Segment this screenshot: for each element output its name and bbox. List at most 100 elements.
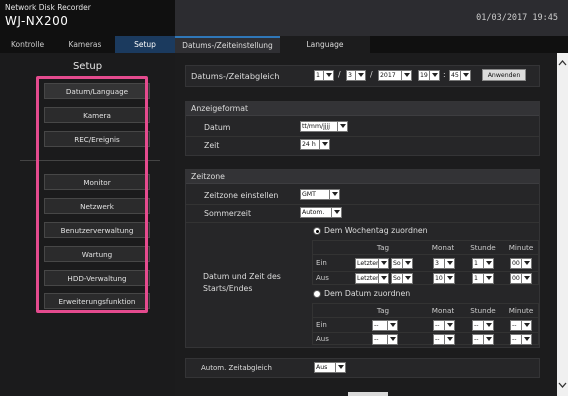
partial-bottom-button[interactable] [348, 392, 388, 396]
aus-day-select[interactable]: So [391, 273, 413, 284]
dropdown-arrow-icon [429, 71, 439, 80]
row-divider [186, 222, 539, 223]
ein-week-value: Letzter [357, 260, 379, 267]
day-select[interactable]: 3 [346, 70, 366, 81]
date-ein-minute-value: -- [512, 322, 517, 329]
dropdown-arrow-icon [483, 259, 493, 268]
hour-select[interactable]: 19 [418, 70, 440, 81]
zeit-format-select[interactable]: 24 h [300, 139, 330, 150]
auto-sync-label: Autom. Zeitabgleich [201, 364, 272, 372]
date-aus-tag-select[interactable]: -- [372, 334, 398, 345]
model-name: WJ-NX200 [5, 14, 69, 28]
ein-day-value: So [393, 260, 401, 267]
date-ein-minute-select[interactable]: -- [510, 320, 532, 331]
dropdown-arrow-icon [319, 140, 329, 149]
aus-week-select[interactable]: Letzter [355, 273, 389, 284]
date-separator: / [370, 70, 373, 79]
col-tag: Tag [376, 306, 390, 315]
weekday-row-aus-label: Aus [316, 274, 329, 282]
row-divider [313, 271, 539, 272]
date-row-ein-label: Ein [316, 321, 327, 329]
aus-minute-value: 00 [512, 275, 520, 282]
subtab-datum-zeit[interactable]: Datums-/Zeiteinstellung [175, 36, 280, 53]
date-aus-minute-select[interactable]: -- [510, 334, 532, 345]
mode-date-radio[interactable] [313, 290, 321, 298]
date-ein-tag-value: -- [374, 322, 379, 329]
sommerzeit-select[interactable]: Autom. [300, 207, 342, 218]
start-end-label-line2: Starts/Endes [203, 284, 253, 293]
anzeigeformat-header: Anzeigeformat [186, 102, 539, 116]
dropdown-arrow-icon [444, 321, 454, 330]
dropdown-arrow-icon [387, 321, 397, 330]
dropdown-arrow-icon [323, 71, 333, 80]
year-value: 2017 [380, 72, 396, 79]
ein-minute-select[interactable]: 00 [510, 258, 532, 269]
date-ein-hour-select[interactable]: -- [472, 320, 494, 331]
date-aus-month-value: -- [435, 336, 440, 343]
aus-hour-select[interactable]: 1 [472, 273, 494, 284]
aus-minute-select[interactable]: 00 [510, 273, 532, 284]
row-divider [186, 136, 539, 137]
dropdown-arrow-icon [483, 274, 493, 283]
datum-format-select[interactable]: tt/mm/jjjj [300, 121, 348, 132]
date-ein-month-select[interactable]: -- [433, 320, 455, 331]
weekday-row-ein-label: Ein [316, 259, 327, 267]
date-aus-hour-value: -- [474, 336, 479, 343]
year-select[interactable]: 2017 [378, 70, 412, 81]
zeitzone-select[interactable]: GMT [300, 189, 340, 200]
month-select[interactable]: 1 [314, 70, 334, 81]
hour-value: 19 [420, 72, 428, 79]
tab-kameras[interactable]: Kameras [55, 36, 115, 53]
date-aus-month-select[interactable]: -- [433, 334, 455, 345]
ein-month-select[interactable]: 3 [433, 258, 455, 269]
zeitzone-value: GMT [302, 191, 316, 198]
mode-weekday-radio[interactable] [313, 227, 321, 235]
ein-month-value: 3 [435, 260, 439, 267]
dropdown-arrow-icon [521, 335, 531, 344]
auto-sync-select[interactable]: Aus [314, 362, 346, 373]
minute-select[interactable]: 45 [449, 70, 471, 81]
date-ein-tag-select[interactable]: -- [372, 320, 398, 331]
datum-format-label: Datum [204, 123, 231, 132]
date-aus-hour-select[interactable]: -- [472, 334, 494, 345]
day-value: 3 [348, 72, 352, 79]
tab-kontrolle[interactable]: Kontrolle [0, 36, 55, 53]
dropdown-arrow-icon [331, 208, 341, 217]
aus-month-select[interactable]: 10 [433, 273, 455, 284]
col-stunde: Stunde [470, 243, 496, 252]
row-divider [313, 317, 539, 318]
subtab-language[interactable]: Language [280, 36, 370, 53]
date-aus-minute-value: -- [512, 336, 517, 343]
zeitzone-title: Zeitzone [191, 172, 225, 181]
auto-sync-value: Aus [316, 364, 328, 371]
chevron-up-icon[interactable] [557, 58, 568, 68]
sommerzeit-value: Autom. [302, 209, 325, 216]
dropdown-arrow-icon [378, 259, 388, 268]
dropdown-arrow-icon [483, 321, 493, 330]
current-datetime: 01/03/2017 19:45 [476, 13, 558, 23]
tab-setup[interactable]: Setup [115, 36, 175, 53]
product-subtitle: Network Disk Recorder [5, 3, 91, 12]
datum-format-value: tt/mm/jjjj [302, 123, 330, 130]
dropdown-arrow-icon [329, 190, 339, 199]
aus-hour-value: 1 [474, 275, 478, 282]
anzeigeformat-title: Anzeigeformat [191, 104, 249, 113]
row-divider [313, 332, 539, 333]
mode-date-label: Dem Datum zuordnen [324, 289, 411, 298]
ein-week-select[interactable]: Letzter [355, 258, 389, 269]
vertical-scrollbar[interactable] [557, 53, 568, 396]
chevron-down-icon[interactable] [557, 380, 568, 390]
apply-button[interactable]: Anwenden [482, 69, 526, 81]
zeit-format-label: Zeit [204, 141, 220, 150]
zeitabgleich-label: Datums-/Zeitabgleich [191, 71, 280, 81]
month-value: 1 [316, 72, 320, 79]
time-separator: : [443, 70, 446, 79]
dropdown-arrow-icon [378, 274, 388, 283]
aus-day-value: So [393, 275, 401, 282]
dropdown-arrow-icon [401, 71, 411, 80]
ein-hour-select[interactable]: 1 [472, 258, 494, 269]
zeit-format-value: 24 h [302, 141, 316, 148]
ein-day-select[interactable]: So [391, 258, 413, 269]
dropdown-arrow-icon [521, 259, 531, 268]
dropdown-arrow-icon [521, 321, 531, 330]
